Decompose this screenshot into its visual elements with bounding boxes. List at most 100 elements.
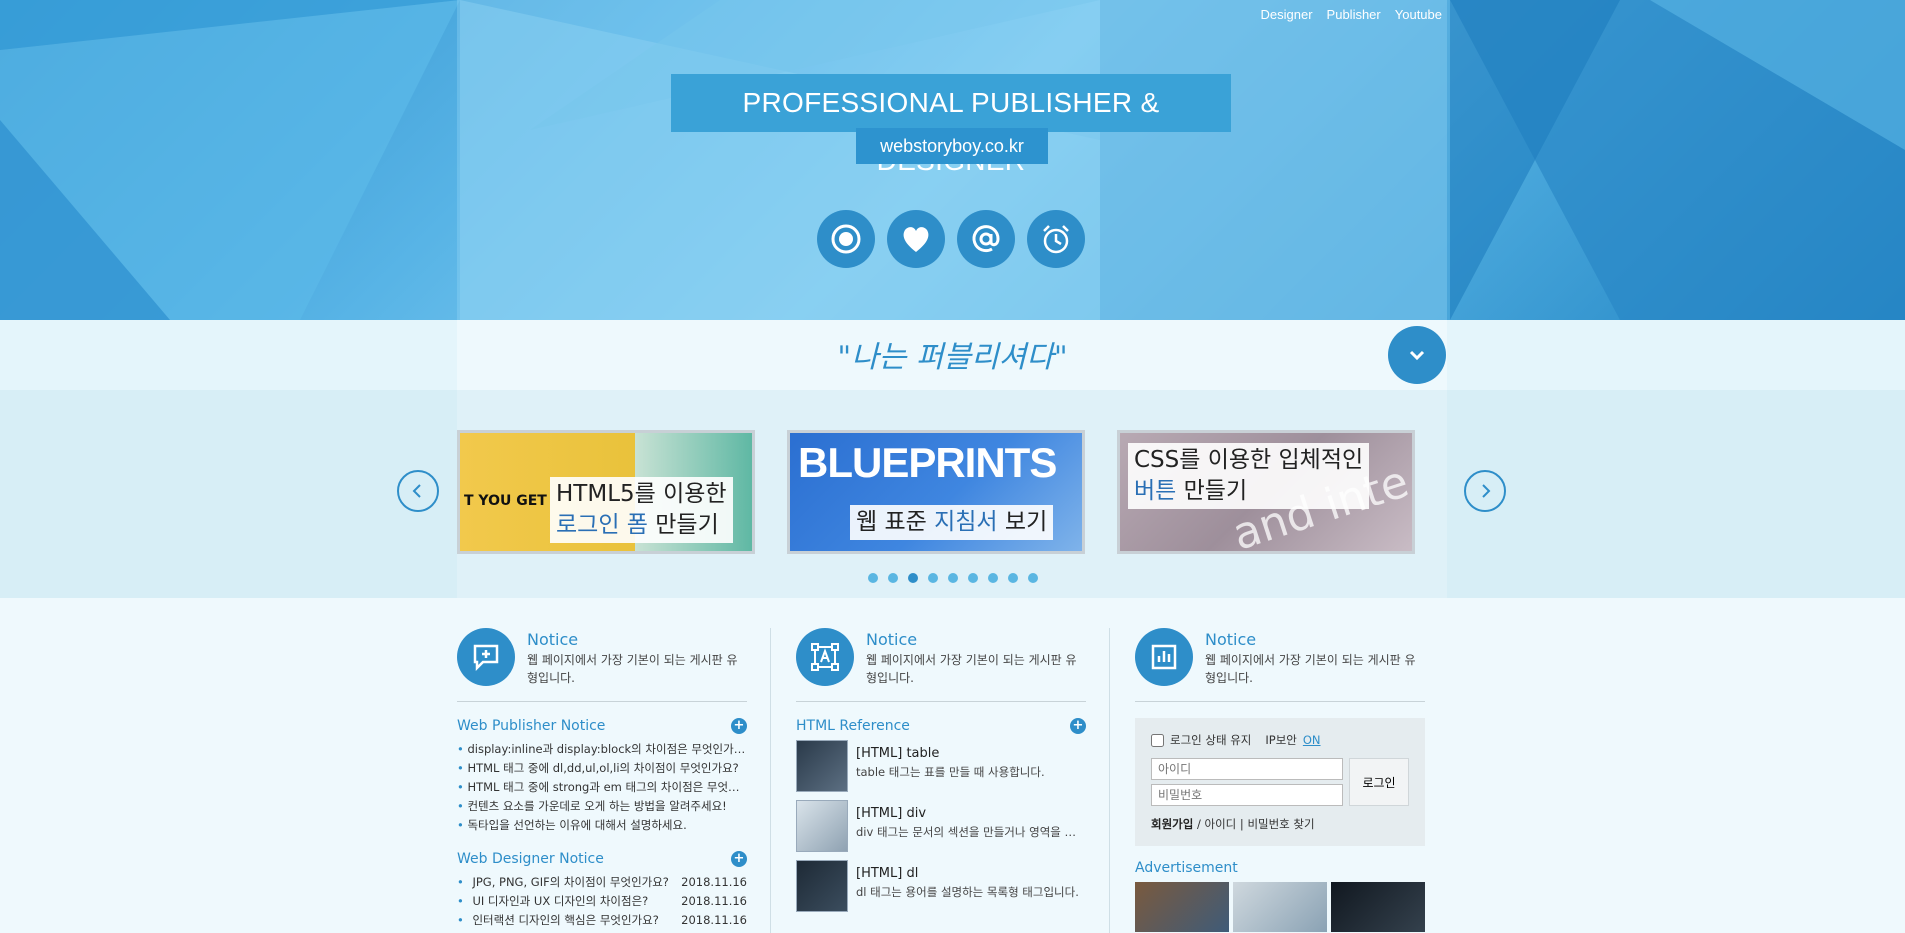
- reference-desc: dl 태그는 용어를 설명하는 목록형 태그입니다.: [856, 885, 1079, 899]
- slider-dot[interactable]: [928, 573, 938, 583]
- reference-desc: table 태그는 표를 만들 때 사용합니다.: [856, 765, 1045, 779]
- slide-css-button[interactable]: and inte CSS를 이용한 입체적인 버튼 만들기: [1117, 430, 1415, 554]
- plus-icon[interactable]: +: [731, 851, 747, 867]
- slider-dot[interactable]: [868, 573, 878, 583]
- ip-security-toggle[interactable]: ON: [1303, 733, 1321, 747]
- ad-thumbnail[interactable]: [1331, 882, 1425, 932]
- hero-subtitle[interactable]: webstoryboy.co.kr: [856, 128, 1048, 164]
- slide-caption-line1: HTML5를 이용한: [556, 481, 727, 507]
- slide-caption: 웹 표준 지침서 보기: [850, 505, 1054, 540]
- reference-item[interactable]: [HTML] dl dl 태그는 용어를 설명하는 목록형 태그입니다.: [796, 860, 1086, 914]
- signup-link[interactable]: 회원가입: [1151, 817, 1193, 831]
- slide-caption-line2: 버튼 만들기: [1134, 478, 1248, 504]
- quote-bar: "나는 퍼블리셔다": [0, 320, 1905, 390]
- bar-chart-icon: [1135, 628, 1193, 686]
- list-item[interactable]: HTML 태그 중에 strong과 em 태그의 차이점은 무엇인가요?: [457, 778, 747, 797]
- login-form: 로그인: [1151, 758, 1409, 810]
- column-title: Notice: [1205, 630, 1257, 649]
- advertisement-row: [1135, 882, 1425, 932]
- target-icon[interactable]: [817, 210, 875, 268]
- code-thumbnail: [796, 860, 848, 912]
- section-header: HTML Reference +: [796, 718, 1086, 734]
- column-header: Notice 웹 페이지에서 가장 기본이 되는 게시판 유형입니다.: [1135, 628, 1425, 702]
- slider: T YOU GET HTML5를 이용한 로그인 폼 만들기 BLUEPRINT…: [0, 390, 1905, 598]
- nav-youtube[interactable]: Youtube: [1395, 7, 1442, 22]
- section-title-reference[interactable]: HTML Reference: [796, 718, 910, 734]
- nav-designer[interactable]: Designer: [1261, 7, 1313, 22]
- header: Designer Publisher Youtube PROFESSIONAL …: [0, 0, 1905, 320]
- content-area: Notice 웹 페이지에서 가장 기본이 되는 게시판 유형입니다. Web …: [0, 598, 1905, 933]
- list-item[interactable]: display:inline과 display:block의 차이점은 무엇인가…: [457, 740, 747, 759]
- column-desc: 웹 페이지에서 가장 기본이 되는 게시판 유형입니다.: [1205, 653, 1416, 685]
- slide-caption: HTML5를 이용한 로그인 폼 만들기: [550, 477, 733, 543]
- section-title-designer[interactable]: Web Designer Notice: [457, 851, 604, 867]
- slider-dot[interactable]: [1008, 573, 1018, 583]
- slide-blueprints[interactable]: BLUEPRINTS 웹 표준 지침서 보기: [787, 430, 1085, 554]
- login-options: 로그인 상태 유지 IP보안 ON: [1151, 732, 1409, 748]
- list-item[interactable]: UI 디자인과 UX 디자인의 차이점은?2018.11.16: [457, 892, 747, 911]
- reference-item[interactable]: [HTML] div div 태그는 문서의 섹션을 만들거나 영역을 나눌 때 …: [796, 800, 1086, 854]
- chevron-left-icon: [412, 484, 421, 498]
- list-item[interactable]: 인터랙션 디자인의 핵심은 무엇인가요?2018.11.16: [457, 911, 747, 930]
- slide-html5-login[interactable]: T YOU GET HTML5를 이용한 로그인 폼 만들기: [457, 430, 755, 554]
- code-thumbnail: [796, 740, 848, 792]
- add-note-icon: [457, 628, 515, 686]
- reference-desc: div 태그는 문서의 섹션을 만들거나 영역을 나눌 때 사용합니다.: [856, 825, 1086, 839]
- list-item[interactable]: 독타입을 선언하는 이유에 대해서 설명하세요.: [457, 816, 747, 835]
- column-header: Notice 웹 페이지에서 가장 기본이 되는 게시판 유형입니다.: [796, 628, 1086, 702]
- column-publisher: Notice 웹 페이지에서 가장 기본이 되는 게시판 유형입니다. Web …: [457, 628, 747, 930]
- column-login: Notice 웹 페이지에서 가장 기본이 되는 게시판 유형입니다. 로그인 …: [1135, 628, 1425, 932]
- chevron-right-icon: [1482, 484, 1491, 498]
- scroll-down-button[interactable]: [1388, 326, 1446, 384]
- login-links: 회원가입 / 아이디 | 비밀번호 찾기: [1151, 816, 1409, 832]
- login-button[interactable]: 로그인: [1349, 758, 1409, 806]
- slider-dot[interactable]: [888, 573, 898, 583]
- reference-title: [HTML] div: [856, 806, 927, 821]
- ip-security-label: IP보안: [1265, 733, 1297, 747]
- heart-icon[interactable]: [887, 210, 945, 268]
- column-title: Notice: [866, 630, 918, 649]
- quote-text: "나는 퍼블리셔다": [837, 340, 1068, 375]
- nav-publisher[interactable]: Publisher: [1327, 7, 1381, 22]
- alarm-icon[interactable]: [1027, 210, 1085, 268]
- slider-dot[interactable]: [1028, 573, 1038, 583]
- list-item[interactable]: HTML 태그 중에 dl,dd,ul,ol,li의 차이점이 무엇인가요?: [457, 759, 747, 778]
- section-header: Web Designer Notice +: [457, 851, 747, 867]
- at-icon[interactable]: [957, 210, 1015, 268]
- column-desc: 웹 페이지에서 가장 기본이 되는 게시판 유형입니다.: [866, 653, 1077, 685]
- slider-dot[interactable]: [988, 573, 998, 583]
- slider-prev-button[interactable]: [397, 470, 439, 512]
- slide-bg-text: BLUEPRINTS: [798, 439, 1057, 486]
- user-id-field[interactable]: [1151, 758, 1343, 780]
- list-item[interactable]: 컨텐츠 요소를 가운데로 오게 하는 방법을 알려주세요!: [457, 797, 747, 816]
- list-item[interactable]: JPG, PNG, GIF의 차이점이 무엇인가요?2018.11.16: [457, 873, 747, 892]
- ad-thumbnail[interactable]: [1135, 882, 1229, 932]
- plus-icon[interactable]: +: [1070, 718, 1086, 734]
- section-title-publisher[interactable]: Web Publisher Notice: [457, 718, 605, 734]
- publisher-notice-list: display:inline과 display:block의 차이점은 무엇인가…: [457, 740, 747, 835]
- password-field[interactable]: [1151, 784, 1343, 806]
- slider-dot[interactable]: [948, 573, 958, 583]
- column-header: Notice 웹 페이지에서 가장 기본이 되는 게시판 유형입니다.: [457, 628, 747, 702]
- column-reference: Notice 웹 페이지에서 가장 기본이 되는 게시판 유형입니다. HTML…: [796, 628, 1086, 914]
- reference-title: [HTML] table: [856, 746, 940, 761]
- login-box: 로그인 상태 유지 IP보안 ON 로그인 회원가입 / 아이디 | 비밀번호 …: [1135, 718, 1425, 846]
- plus-icon[interactable]: +: [731, 718, 747, 734]
- slide-caption: CSS를 이용한 입체적인 버튼 만들기: [1128, 443, 1370, 509]
- hero-icon-row: [817, 210, 1085, 268]
- keep-login-checkbox[interactable]: [1151, 733, 1164, 747]
- text-frame-icon: [796, 628, 854, 686]
- ad-thumbnail[interactable]: [1233, 882, 1327, 932]
- find-account-link[interactable]: / 아이디 | 비밀번호 찾기: [1193, 817, 1315, 831]
- designer-notice-list: JPG, PNG, GIF의 차이점이 무엇인가요?2018.11.16 UI …: [457, 873, 747, 930]
- slide-caption-line2: 로그인 폼 만들기: [556, 512, 719, 538]
- top-nav: Designer Publisher Youtube: [1261, 7, 1442, 22]
- slider-dot[interactable]: [968, 573, 978, 583]
- slider-next-button[interactable]: [1464, 470, 1506, 512]
- slider-dot[interactable]: [908, 573, 918, 583]
- keep-login-label: 로그인 상태 유지: [1170, 733, 1252, 747]
- section-header: Web Publisher Notice +: [457, 718, 747, 734]
- slide-bg-text: T YOU GET: [464, 493, 547, 509]
- reference-title: [HTML] dl: [856, 866, 919, 881]
- reference-item[interactable]: [HTML] table table 태그는 표를 만들 때 사용합니다.: [796, 740, 1086, 794]
